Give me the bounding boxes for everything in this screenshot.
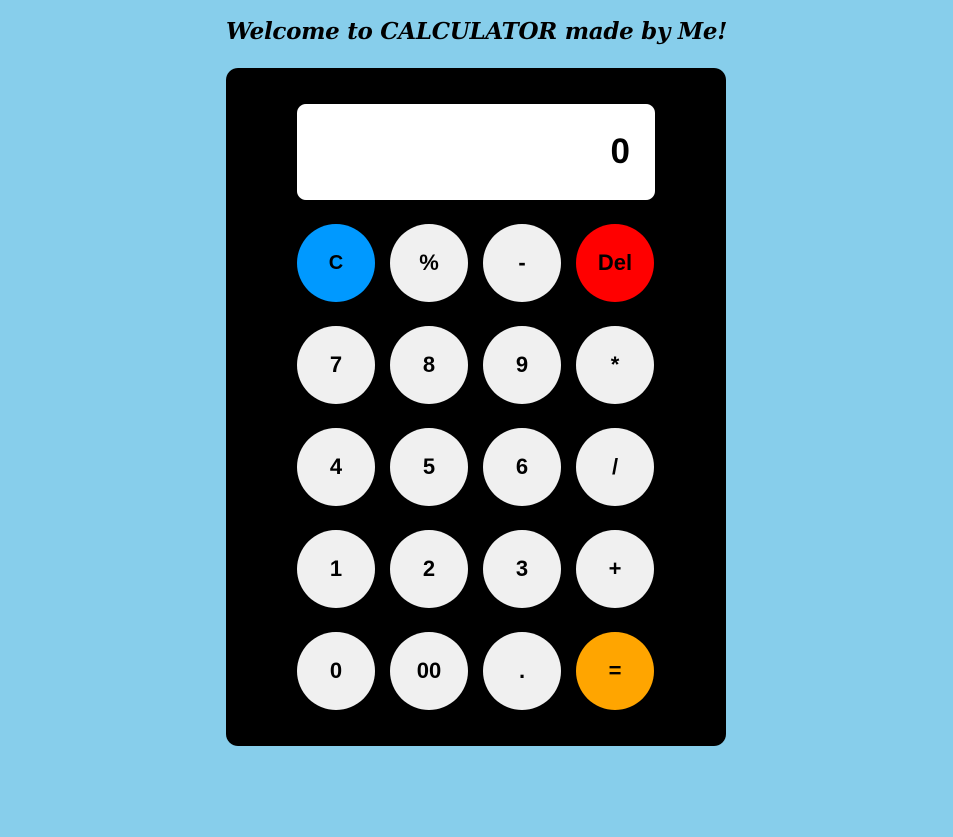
calculator-body: 0 C % - Del 7 8 9 * 4 5 6 / 1 2 3 + 0 00… bbox=[226, 68, 726, 746]
digit-4-button[interactable]: 4 bbox=[297, 428, 375, 506]
digit-7-button[interactable]: 7 bbox=[297, 326, 375, 404]
equals-button[interactable]: = bbox=[576, 632, 654, 710]
digit-5-button[interactable]: 5 bbox=[390, 428, 468, 506]
page-title: Welcome to CALCULATOR made by Me! bbox=[225, 18, 728, 45]
double-zero-button[interactable]: 00 bbox=[390, 632, 468, 710]
subtract-button[interactable]: - bbox=[483, 224, 561, 302]
digit-1-button[interactable]: 1 bbox=[297, 530, 375, 608]
digit-6-button[interactable]: 6 bbox=[483, 428, 561, 506]
keypad: C % - Del 7 8 9 * 4 5 6 / 1 2 3 + 0 00 .… bbox=[297, 224, 655, 710]
decimal-point-button[interactable]: . bbox=[483, 632, 561, 710]
add-button[interactable]: + bbox=[576, 530, 654, 608]
percent-button[interactable]: % bbox=[390, 224, 468, 302]
clear-button[interactable]: C bbox=[297, 224, 375, 302]
digit-9-button[interactable]: 9 bbox=[483, 326, 561, 404]
delete-button[interactable]: Del bbox=[576, 224, 654, 302]
digit-8-button[interactable]: 8 bbox=[390, 326, 468, 404]
digit-0-button[interactable]: 0 bbox=[297, 632, 375, 710]
multiply-button[interactable]: * bbox=[576, 326, 654, 404]
digit-3-button[interactable]: 3 bbox=[483, 530, 561, 608]
divide-button[interactable]: / bbox=[576, 428, 654, 506]
calculator-display: 0 bbox=[297, 104, 655, 200]
digit-2-button[interactable]: 2 bbox=[390, 530, 468, 608]
